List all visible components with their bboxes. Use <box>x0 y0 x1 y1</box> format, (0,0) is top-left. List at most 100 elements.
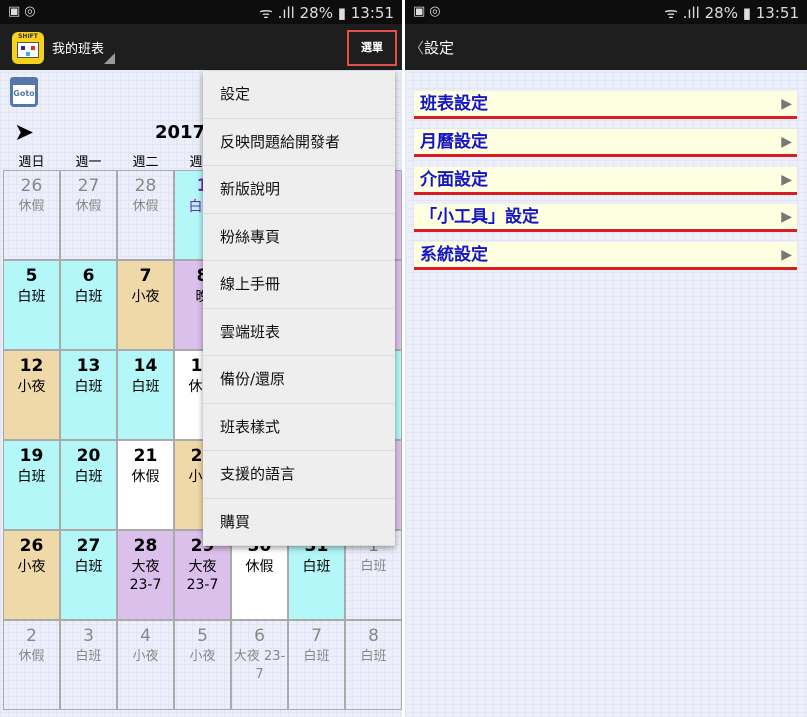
day-number: 28 <box>134 176 157 196</box>
chevron-right-icon: ▶ <box>781 209 792 226</box>
day-number: 20 <box>76 446 101 466</box>
app-bar: 〈設定 <box>405 24 807 70</box>
settings-item[interactable]: 「小工具」設定 ▶ <box>414 204 797 233</box>
clock: 13:51 <box>755 4 799 22</box>
menu-item[interactable]: 線上手冊 <box>203 261 395 309</box>
calendar-day-cell[interactable]: 20 白班 <box>60 440 117 530</box>
day-number: 27 <box>77 176 100 196</box>
menu-item[interactable]: 反映問題給開發者 <box>203 119 395 166</box>
settings-item-label: 「小工具」設定 <box>420 207 539 228</box>
calendar-day-cell[interactable]: 12 小夜 <box>3 350 60 440</box>
shift-label: 白班 <box>75 649 102 664</box>
menu-item[interactable]: 粉絲專頁 <box>203 214 395 261</box>
calendar-day-cell[interactable]: 19 白班 <box>3 440 60 530</box>
menu-item[interactable]: 新版說明 <box>203 166 395 214</box>
calendar-day-cell[interactable]: 21 休假 <box>117 440 174 530</box>
calendar-day-cell[interactable]: 5 小夜 <box>174 620 231 710</box>
day-number: 5 <box>25 266 38 286</box>
shift-label: 白班 <box>17 469 46 485</box>
day-number: 2 <box>26 626 37 646</box>
shift-label: 白班 <box>74 559 103 575</box>
notification-icons: ▣◎ <box>413 4 445 19</box>
chevron-right-icon: ▶ <box>781 96 792 112</box>
shift-label: 白班 <box>17 289 46 305</box>
menu-button[interactable]: 選單 <box>347 30 397 66</box>
calendar-day-cell[interactable]: 27 白班 <box>60 530 117 620</box>
weekday-header: 週二 <box>132 155 159 170</box>
shift-label: 休假 <box>245 559 274 575</box>
signal-icon: ᯤ .ıll <box>664 4 705 22</box>
calendar-day-cell[interactable]: 27 休假 <box>60 170 117 260</box>
goto-calendar-icon[interactable]: Goto <box>10 77 38 107</box>
day-number: 4 <box>140 626 151 646</box>
shift-label: 休假 <box>131 469 160 485</box>
weekday-header: 週一 <box>75 155 102 170</box>
settings-item[interactable]: 月曆設定 ▶ <box>414 128 797 157</box>
menu-item[interactable]: 雲端班表 <box>203 309 395 356</box>
settings-item[interactable]: 系統設定 ▶ <box>414 242 797 271</box>
menu-item[interactable]: 購買 <box>203 499 395 546</box>
day-number: 8 <box>368 626 379 646</box>
calendar-day-cell[interactable]: 13 白班 <box>60 350 117 440</box>
calendar-day-cell[interactable]: 6 白班 <box>60 260 117 350</box>
back-chevron-icon: 〈 <box>409 39 425 57</box>
calendar-day-cell[interactable]: 6 大夜 23-7 <box>231 620 288 710</box>
clock: 13:51 <box>350 4 394 22</box>
day-number: 14 <box>133 356 158 376</box>
day-number: 28 <box>133 536 158 556</box>
menu-item[interactable]: 備份/還原 <box>203 356 395 404</box>
shift-label: 白班 <box>74 379 103 395</box>
calendar-day-cell[interactable]: 26 小夜 <box>3 530 60 620</box>
calendar-day-cell[interactable]: 5 白班 <box>3 260 60 350</box>
menu-item[interactable]: 班表樣式 <box>203 404 395 451</box>
shift-label: 白班 <box>74 469 103 485</box>
battery-level: 28% <box>299 4 333 22</box>
shift-label: 小夜 <box>17 379 46 395</box>
shift-label: 白班 <box>74 289 103 305</box>
back-button[interactable]: 〈設定 <box>409 37 454 58</box>
day-number: 26 <box>20 176 43 196</box>
day-number: 7 <box>311 626 322 646</box>
calendar-day-cell[interactable]: 28 大夜 23-7 <box>117 530 174 620</box>
calendar-day-cell[interactable]: 4 小夜 <box>117 620 174 710</box>
day-number: 13 <box>76 356 101 376</box>
calendar-day-cell[interactable]: 26 休假 <box>3 170 60 260</box>
calendar-day-cell[interactable]: 28 休假 <box>117 170 174 260</box>
shift-label: 休假 <box>132 199 159 214</box>
page-title: 設定 <box>424 39 455 57</box>
month-title: 2017 <box>155 122 206 143</box>
calendar-day-cell[interactable]: 8 白班 <box>345 620 402 710</box>
settings-item[interactable]: 介面設定 ▶ <box>414 166 797 195</box>
calendar-day-cell[interactable]: 7 白班 <box>288 620 345 710</box>
app-title[interactable]: 我的班表 <box>52 38 104 57</box>
shift-label: 白班 <box>302 559 331 575</box>
shift-label: 小夜 <box>17 559 46 575</box>
battery-icon: ▮ <box>737 4 756 22</box>
battery-level: 28% <box>704 4 738 22</box>
shift-label: 大夜 23-7 <box>233 649 286 682</box>
calendar-day-cell[interactable]: 14 白班 <box>117 350 174 440</box>
settings-item-label: 介面設定 <box>420 169 488 190</box>
calendar-day-cell[interactable]: 7 小夜 <box>117 260 174 350</box>
chevron-right-icon: ▶ <box>781 171 792 188</box>
signal-icon: ᯤ .ıll <box>259 4 300 22</box>
status-right: ᯤ .ıll 28% ▮ 13:51 <box>259 3 394 23</box>
right-screen: ▣◎ ᯤ .ıll 28% ▮ 13:51 〈設定 班表設定 ▶ 月曆設定 ▶ 介面設定… <box>405 0 807 717</box>
options-menu: 設定 反映問題給開發者 新版說明 粉絲專頁 線上手冊 雲端班表 備份/還原 班表樣式 支援的語言… <box>203 71 395 546</box>
shift-label: 休假 <box>18 199 45 214</box>
shift-label: 白班 <box>360 559 387 574</box>
status-right: ᯤ .ıll 28% ▮ 13:51 <box>664 3 799 23</box>
day-number: 5 <box>197 626 208 646</box>
settings-item-label: 月曆設定 <box>420 131 488 152</box>
day-number: 26 <box>19 536 44 556</box>
prev-month-arrow-icon[interactable]: ➤ <box>14 118 34 146</box>
day-number: 7 <box>139 266 152 286</box>
dropdown-triangle-icon[interactable] <box>104 53 115 64</box>
chevron-right-icon: ▶ <box>781 247 792 264</box>
calendar-day-cell[interactable]: 2 休假 <box>3 620 60 710</box>
settings-item[interactable]: 班表設定 ▶ <box>414 91 797 119</box>
calendar-day-cell[interactable]: 3 白班 <box>60 620 117 710</box>
menu-item[interactable]: 設定 <box>203 71 395 119</box>
menu-item[interactable]: 支援的語言 <box>203 451 395 499</box>
day-number: 6 <box>254 626 265 646</box>
